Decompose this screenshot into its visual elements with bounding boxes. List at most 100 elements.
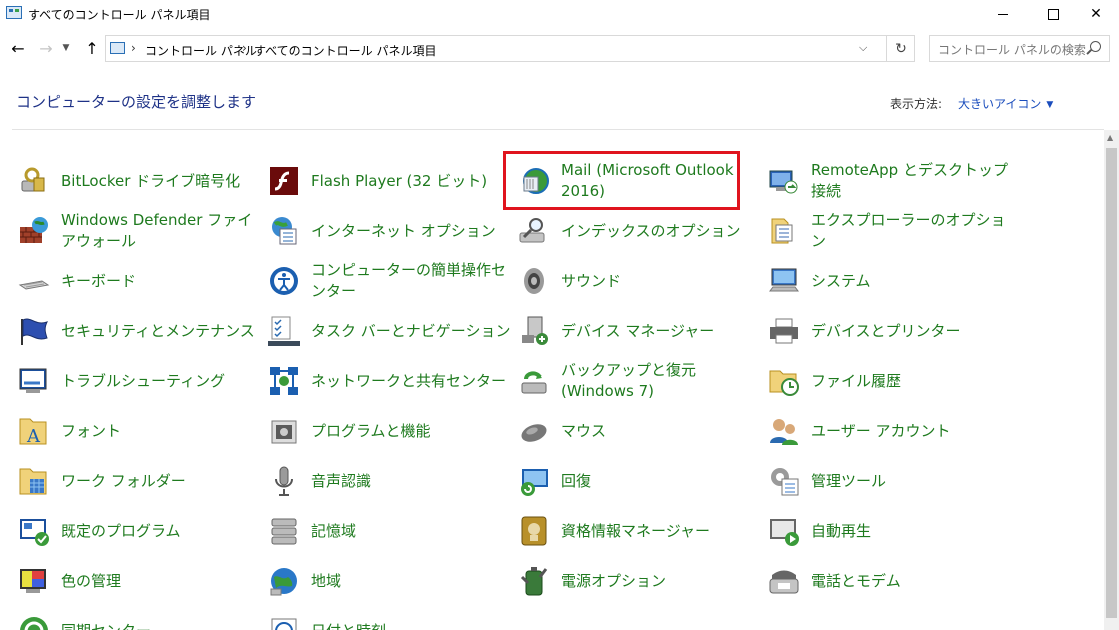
control-panel-item[interactable]: インターネット オプション bbox=[268, 207, 508, 255]
control-panel-item[interactable]: トラブルシューティング bbox=[18, 357, 258, 405]
chevron-down-icon[interactable]: ⌵ bbox=[859, 41, 867, 55]
control-panel-item[interactable]: BitLocker ドライブ暗号化 bbox=[18, 157, 258, 205]
address-box[interactable]: › コントロール パネル › すべてのコントロール パネル項目 ⌵ ↻ bbox=[105, 35, 915, 62]
control-panel-item-label[interactable]: 地域 bbox=[311, 557, 511, 605]
clock-icon[interactable] bbox=[268, 615, 300, 630]
control-panel-item[interactable]: デバイス マネージャー bbox=[518, 307, 758, 355]
control-panel-item-label[interactable]: バックアップと復元 (Windows 7) bbox=[561, 357, 761, 405]
phone-icon[interactable] bbox=[768, 565, 800, 597]
control-panel-item[interactable]: RemoteApp とデスクトップ接続 bbox=[768, 157, 1008, 205]
control-panel-item[interactable]: ファイル履歴 bbox=[768, 357, 1008, 405]
control-panel-item-label[interactable]: デバイス マネージャー bbox=[561, 307, 761, 355]
control-panel-item-label[interactable]: フォント bbox=[61, 407, 261, 455]
control-panel-item-label[interactable]: システム bbox=[811, 257, 1011, 305]
control-panel-item-label[interactable]: Flash Player (32 ビット) bbox=[311, 157, 511, 205]
control-panel-item[interactable]: 同期センター bbox=[18, 607, 258, 630]
control-panel-item[interactable]: 電源オプション bbox=[518, 557, 758, 605]
control-panel-item-label[interactable]: 音声認識 bbox=[311, 457, 511, 505]
control-panel-item-label[interactable]: 既定のプログラム bbox=[61, 507, 261, 555]
system-icon[interactable] bbox=[768, 265, 800, 297]
breadcrumb-control-panel[interactable]: コントロール パネル bbox=[145, 42, 257, 59]
control-panel-item-label[interactable]: RemoteApp とデスクトップ接続 bbox=[811, 157, 1011, 205]
breadcrumb-all-items[interactable]: すべてのコントロール パネル項目 bbox=[254, 42, 437, 59]
indexing-icon[interactable] bbox=[518, 215, 550, 247]
search-icon[interactable] bbox=[1090, 41, 1101, 52]
control-panel-item[interactable]: 電話とモデム bbox=[768, 557, 1008, 605]
control-panel-item[interactable]: 地域 bbox=[268, 557, 508, 605]
control-panel-item-label[interactable]: コンピューターの簡単操作センター bbox=[311, 257, 511, 305]
control-panel-item-label[interactable]: 電源オプション bbox=[561, 557, 761, 605]
control-panel-item[interactable]: キーボード bbox=[18, 257, 258, 305]
control-panel-item[interactable]: タスク バーとナビゲーション bbox=[268, 307, 511, 355]
control-panel-item-label[interactable]: 自動再生 bbox=[811, 507, 1011, 555]
chevron-right-icon[interactable]: › bbox=[131, 41, 136, 55]
control-panel-item-label[interactable]: 管理ツール bbox=[811, 457, 1011, 505]
font-folder-icon[interactable]: A bbox=[18, 415, 50, 447]
color-management-icon[interactable] bbox=[18, 565, 50, 597]
taskbar-icon[interactable] bbox=[268, 315, 300, 347]
minimize-button[interactable] bbox=[980, 0, 1026, 28]
explorer-options-icon[interactable] bbox=[768, 215, 800, 247]
control-panel-item-label[interactable]: タスク バーとナビゲーション bbox=[311, 307, 511, 355]
default-programs-icon[interactable] bbox=[18, 515, 50, 547]
control-panel-item-label[interactable]: 回復 bbox=[561, 457, 761, 505]
work-folders-icon[interactable] bbox=[18, 465, 50, 497]
microphone-icon[interactable] bbox=[268, 465, 300, 497]
control-panel-item-label[interactable]: 電話とモデム bbox=[811, 557, 1011, 605]
firewall-icon[interactable] bbox=[18, 215, 50, 247]
control-panel-item[interactable]: Windows Defender ファイアウォール bbox=[18, 207, 258, 255]
autoplay-icon[interactable] bbox=[768, 515, 800, 547]
control-panel-item-label[interactable]: デバイスとプリンター bbox=[811, 307, 1011, 355]
admin-tools-icon[interactable] bbox=[768, 465, 800, 497]
control-panel-item[interactable]: Flash Player (32 ビット) bbox=[268, 157, 508, 205]
control-panel-item-label[interactable]: トラブルシューティング bbox=[61, 357, 261, 405]
back-button[interactable]: ← bbox=[8, 39, 28, 58]
control-panel-item[interactable]: 管理ツール bbox=[768, 457, 1008, 505]
control-panel-item-label[interactable]: 記憶域 bbox=[311, 507, 511, 555]
internet-options-icon[interactable] bbox=[268, 215, 300, 247]
backup-icon[interactable] bbox=[518, 365, 550, 397]
printer-icon[interactable] bbox=[768, 315, 800, 347]
troubleshooting-icon[interactable] bbox=[18, 365, 50, 397]
file-history-icon[interactable] bbox=[768, 365, 800, 397]
control-panel-item-label[interactable]: サウンド bbox=[561, 257, 761, 305]
programs-icon[interactable] bbox=[268, 415, 300, 447]
control-panel-item[interactable]: セキュリティとメンテナンス bbox=[18, 307, 258, 355]
scroll-up-icon[interactable]: ▲ bbox=[1107, 133, 1113, 142]
control-panel-item-label[interactable]: ワーク フォルダー bbox=[61, 457, 261, 505]
caret-down-icon[interactable]: ▼ bbox=[1046, 100, 1053, 110]
maximize-button[interactable] bbox=[1030, 0, 1076, 28]
control-panel-item[interactable]: バックアップと復元 (Windows 7) bbox=[518, 357, 758, 405]
up-button[interactable]: ↑ bbox=[82, 39, 102, 58]
control-panel-item[interactable]: 既定のプログラム bbox=[18, 507, 258, 555]
control-panel-item[interactable]: システム bbox=[768, 257, 1008, 305]
keyboard-icon[interactable] bbox=[18, 265, 50, 297]
scrollbar-thumb[interactable] bbox=[1106, 148, 1117, 618]
region-globe-icon[interactable] bbox=[268, 565, 300, 597]
credential-icon[interactable] bbox=[518, 515, 550, 547]
control-panel-item[interactable]: 自動再生 bbox=[768, 507, 1008, 555]
control-panel-item-label[interactable]: キーボード bbox=[61, 257, 261, 305]
control-panel-item[interactable]: ワーク フォルダー bbox=[18, 457, 258, 505]
control-panel-item-label[interactable]: セキュリティとメンテナンス bbox=[61, 307, 261, 355]
device-manager-icon[interactable] bbox=[518, 315, 550, 347]
control-panel-item[interactable]: エクスプローラーのオプション bbox=[768, 207, 1008, 255]
flash-player-icon[interactable] bbox=[268, 165, 300, 197]
search-input[interactable] bbox=[930, 36, 1090, 63]
refresh-button[interactable]: ↻ bbox=[886, 36, 915, 61]
storage-icon[interactable] bbox=[268, 515, 300, 547]
control-panel-item-label[interactable]: ユーザー アカウント bbox=[811, 407, 1011, 455]
control-panel-item[interactable]: 資格情報マネージャー bbox=[518, 507, 758, 555]
control-panel-item[interactable]: コンピューターの簡単操作センター bbox=[268, 257, 508, 305]
view-by-dropdown[interactable]: 大きいアイコン ▼ bbox=[958, 95, 1053, 112]
control-panel-item-label[interactable]: マウス bbox=[561, 407, 761, 455]
ease-of-access-icon[interactable] bbox=[268, 265, 300, 297]
mouse-icon[interactable] bbox=[518, 415, 550, 447]
remoteapp-icon[interactable] bbox=[768, 165, 800, 197]
control-panel-item-label[interactable]: プログラムと機能 bbox=[311, 407, 511, 455]
security-flag-icon[interactable] bbox=[18, 315, 50, 347]
bitlocker-icon[interactable] bbox=[18, 165, 50, 197]
control-panel-item[interactable]: A フォント bbox=[18, 407, 258, 455]
sound-icon[interactable] bbox=[518, 265, 550, 297]
control-panel-item[interactable]: サウンド bbox=[518, 257, 758, 305]
